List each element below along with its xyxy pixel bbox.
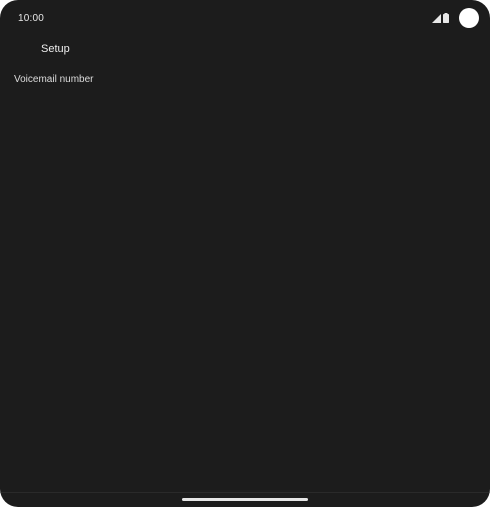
- phone-screen: 10:00 Setup Voicemail number: [0, 0, 490, 507]
- cell-signal-icon: [432, 14, 441, 23]
- status-time: 10:00: [18, 13, 45, 24]
- status-bar: 10:00: [0, 0, 490, 36]
- voicemail-number-setting[interactable]: Voicemail number: [0, 66, 490, 94]
- gesture-navigation-handle[interactable]: [182, 498, 308, 501]
- battery-icon: [443, 13, 449, 23]
- navigation-divider: [0, 492, 490, 493]
- front-camera-cutout: [459, 8, 479, 28]
- settings-list: Voicemail number: [0, 66, 490, 94]
- voicemail-number-label: Voicemail number: [14, 74, 94, 85]
- app-bar: Setup: [0, 36, 490, 62]
- page-title: Setup: [41, 43, 70, 55]
